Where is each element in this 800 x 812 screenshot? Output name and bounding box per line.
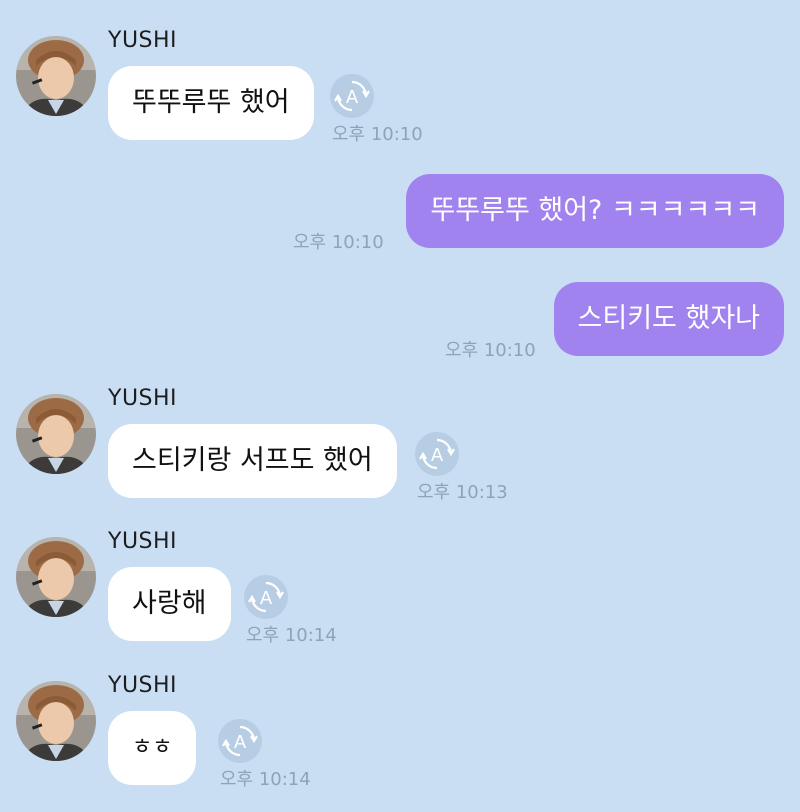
translate-icon: A [222,725,258,757]
svg-text:A: A [234,732,247,753]
avatar[interactable] [16,537,96,617]
timestamp: 오후 10:10 [293,232,384,253]
svg-text:A: A [431,445,444,466]
translate-icon: A [334,80,370,112]
timestamp: 오후 10:10 [445,340,536,361]
avatar[interactable] [16,394,96,474]
avatar[interactable] [16,681,96,761]
sender-name: YUSHI [108,673,178,698]
timestamp: 오후 10:14 [246,625,337,646]
message-bubble[interactable]: 스티키랑 서프도 했어 [108,424,397,498]
translate-icon: A [248,581,284,613]
timestamp: 오후 10:13 [417,482,508,503]
message-bubble[interactable]: ㅎㅎ [108,711,197,785]
timestamp: 오후 10:14 [220,769,311,790]
chat-thread: YUSHI 뚜뚜루뚜 했어 A 오후 10:10 뚜뚜루뚜 했어? ㅋㅋㅋㅋㅋㅋ… [0,0,800,812]
message-bubble[interactable]: 사랑해 [108,567,231,641]
translate-button[interactable]: A [330,74,374,118]
translate-button[interactable]: A [244,575,288,619]
translate-icon: A [419,438,455,470]
message-bubble[interactable]: 뚜뚜루뚜 했어 [108,66,314,140]
message-bubble[interactable]: 뚜뚜루뚜 했어? ㅋㅋㅋㅋㅋㅋ [406,174,784,248]
avatar[interactable] [16,36,96,116]
message-bubble[interactable]: 스티키도 했자나 [553,282,784,356]
sender-name: YUSHI [108,28,178,53]
timestamp: 오후 10:10 [332,124,423,145]
translate-button[interactable]: A [218,719,262,763]
sender-name: YUSHI [108,529,178,554]
svg-text:A: A [346,87,359,108]
sender-name: YUSHI [108,386,178,411]
svg-text:A: A [260,588,273,609]
translate-button[interactable]: A [415,432,459,476]
